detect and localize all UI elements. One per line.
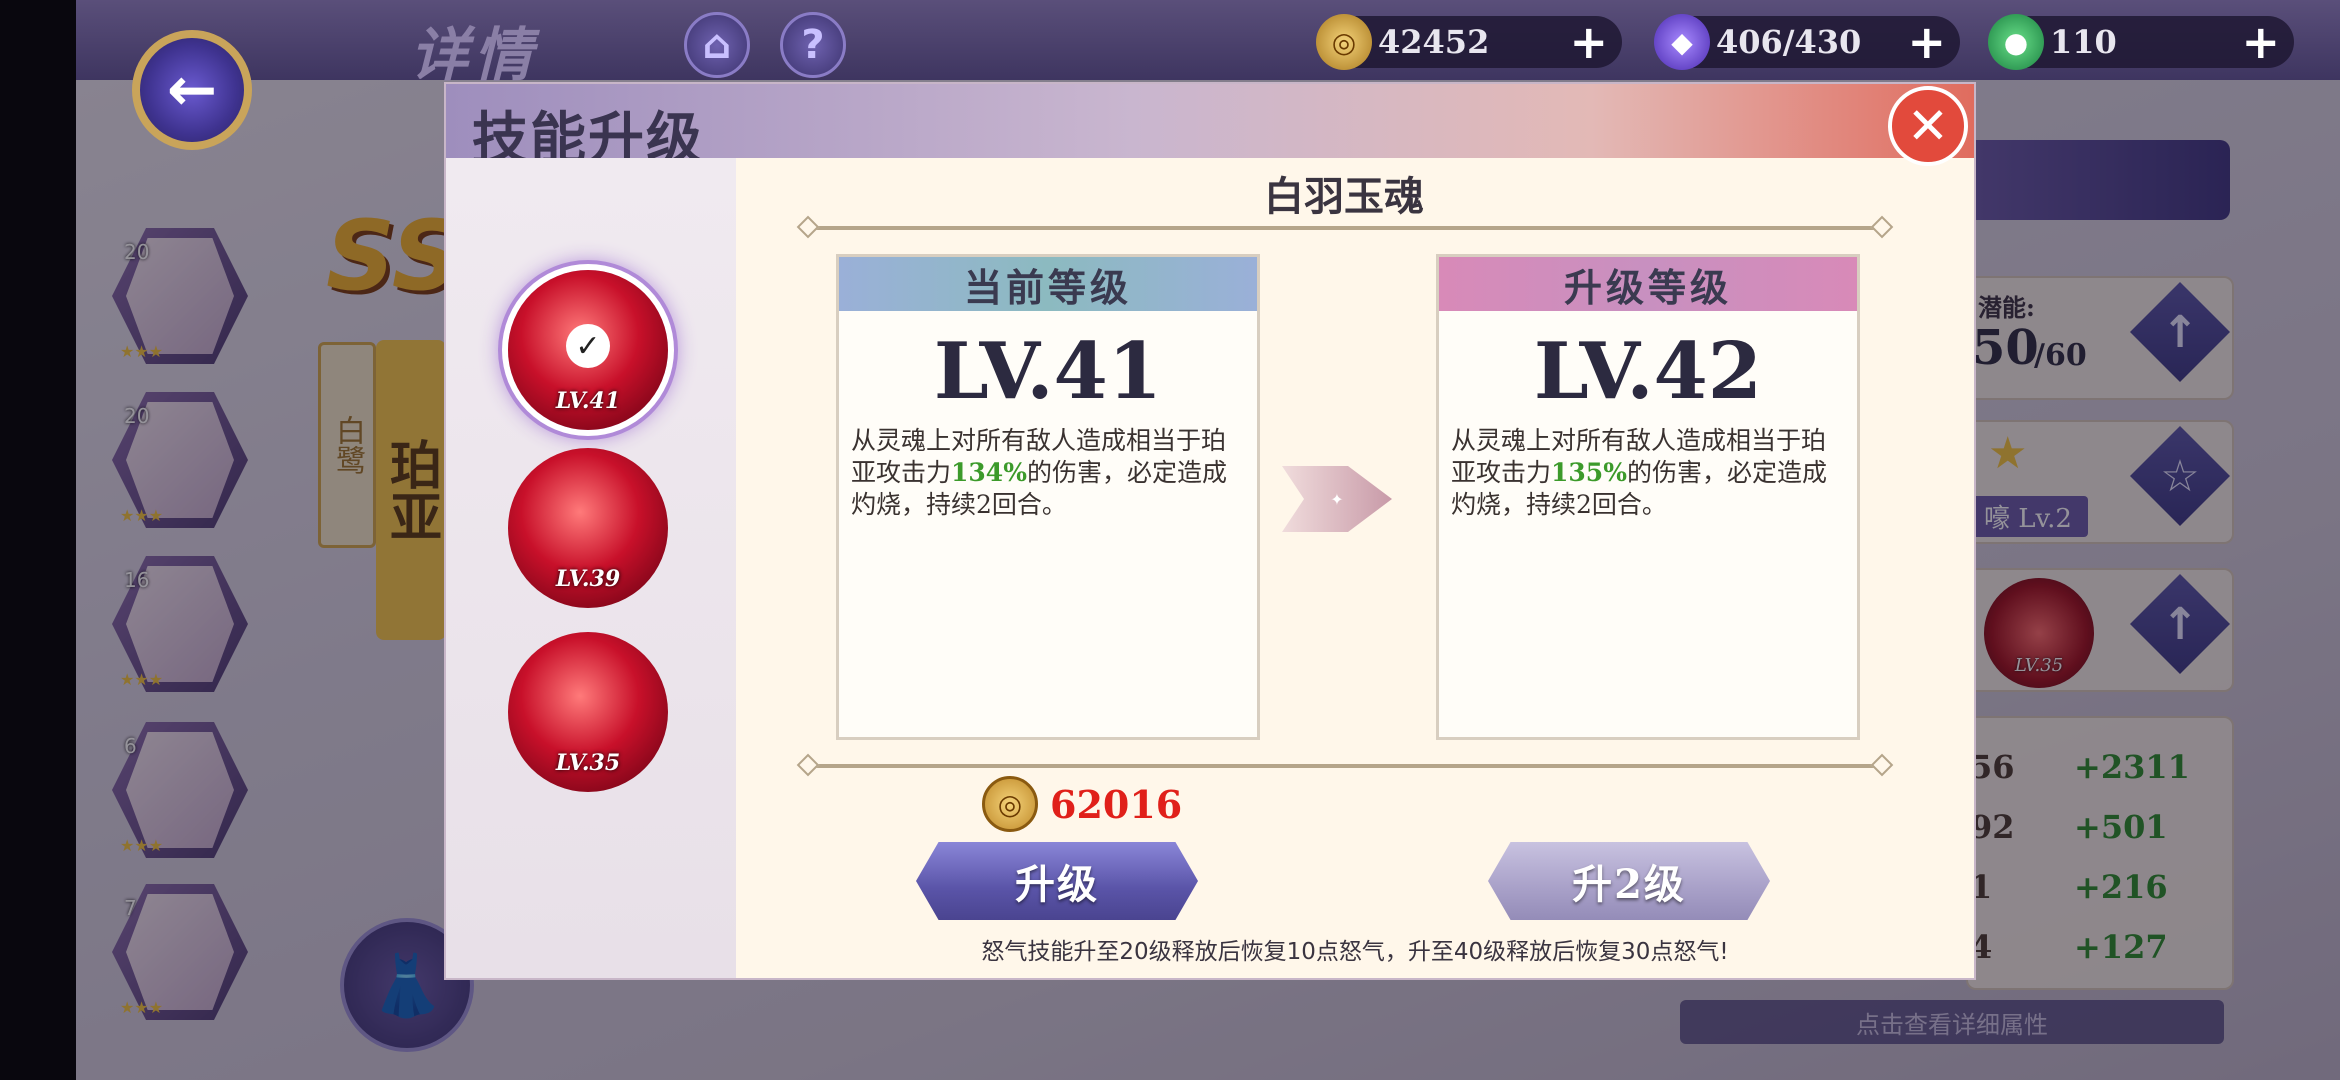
skill-item-1[interactable]: ✓ LV.41	[508, 270, 668, 430]
help-button[interactable]: ?	[780, 12, 846, 78]
skill-list: ✓ LV.41 LV.39 LV.35	[446, 158, 736, 978]
stamina-value: 406/430	[1716, 23, 1862, 61]
gem-icon: ●	[1988, 14, 2044, 70]
divider	[810, 226, 1880, 230]
upgrade-level-header: 升级等级	[1439, 257, 1857, 311]
resource-coins: ◎ 42452 +	[1316, 14, 1622, 70]
skill-name: 白羽玉魂	[1264, 173, 1424, 220]
skill-upgrade-modal: 技能升级 ✕ ✓ LV.41 LV.39 LV.35 白羽玉魂 当前等级 LV.…	[446, 84, 1974, 978]
add-gems-button[interactable]: +	[2241, 15, 2280, 69]
home-icon: ⌂	[702, 22, 732, 68]
current-level-card: 当前等级 LV.41 从灵魂上对所有敌人造成相当于珀亚攻击力134%的伤害，必定…	[836, 254, 1260, 740]
skill-item-2[interactable]: LV.39	[508, 448, 668, 608]
skill-level: LV.39	[555, 566, 621, 592]
coin-icon: ◎	[1316, 14, 1372, 70]
page-title: 详情	[410, 21, 539, 89]
gems-value: 110	[2050, 23, 2117, 61]
stamina-icon: ◆	[1654, 14, 1710, 70]
skill-item-3[interactable]: LV.35	[508, 632, 668, 792]
current-level-value: LV.41	[933, 326, 1163, 417]
upgrade-button[interactable]: 升级	[916, 842, 1198, 920]
close-button[interactable]: ✕	[1888, 86, 1968, 166]
upgrade-level-card: 升级等级 LV.42 从灵魂上对所有敌人造成相当于珀亚攻击力135%的伤害，必定…	[1436, 254, 1860, 740]
divider	[810, 764, 1880, 768]
cost-row: ◎ 62016	[982, 776, 1182, 832]
resource-gems: ● 110 +	[1988, 14, 2294, 70]
current-level-desc: 从灵魂上对所有敌人造成相当于珀亚攻击力134%的伤害，必定造成灼烧，持续2回合。	[851, 426, 1227, 519]
rage-note: 怒气技能升至20级释放后恢复10点怒气，升至40级释放后恢复30点怒气!	[981, 939, 1729, 965]
back-button[interactable]: ←	[132, 30, 252, 150]
resource-stamina: ◆ 406/430 +	[1654, 14, 1960, 70]
upgrade-level-desc: 从灵魂上对所有敌人造成相当于珀亚攻击力135%的伤害，必定造成灼烧，持续2回合。	[1451, 426, 1827, 519]
upgrade-cost: 62016	[1050, 781, 1183, 827]
add-coins-button[interactable]: +	[1569, 15, 1608, 69]
skill-level: LV.35	[555, 750, 621, 776]
arrow-right-icon: ✦	[1282, 466, 1392, 532]
check-icon: ✓	[566, 324, 610, 368]
question-icon: ?	[801, 22, 825, 68]
coins-value: 42452	[1378, 23, 1490, 61]
close-icon: ✕	[1907, 97, 1949, 155]
home-button[interactable]: ⌂	[684, 12, 750, 78]
coin-icon: ◎	[982, 776, 1038, 832]
add-stamina-button[interactable]: +	[1907, 15, 1946, 69]
upgrade-level-value: LV.42	[1533, 326, 1763, 417]
skill-level: LV.41	[555, 388, 621, 414]
current-level-header: 当前等级	[839, 257, 1257, 311]
upgrade-2-button[interactable]: 升2级	[1488, 842, 1770, 920]
arrow-left-icon: ←	[166, 55, 218, 125]
